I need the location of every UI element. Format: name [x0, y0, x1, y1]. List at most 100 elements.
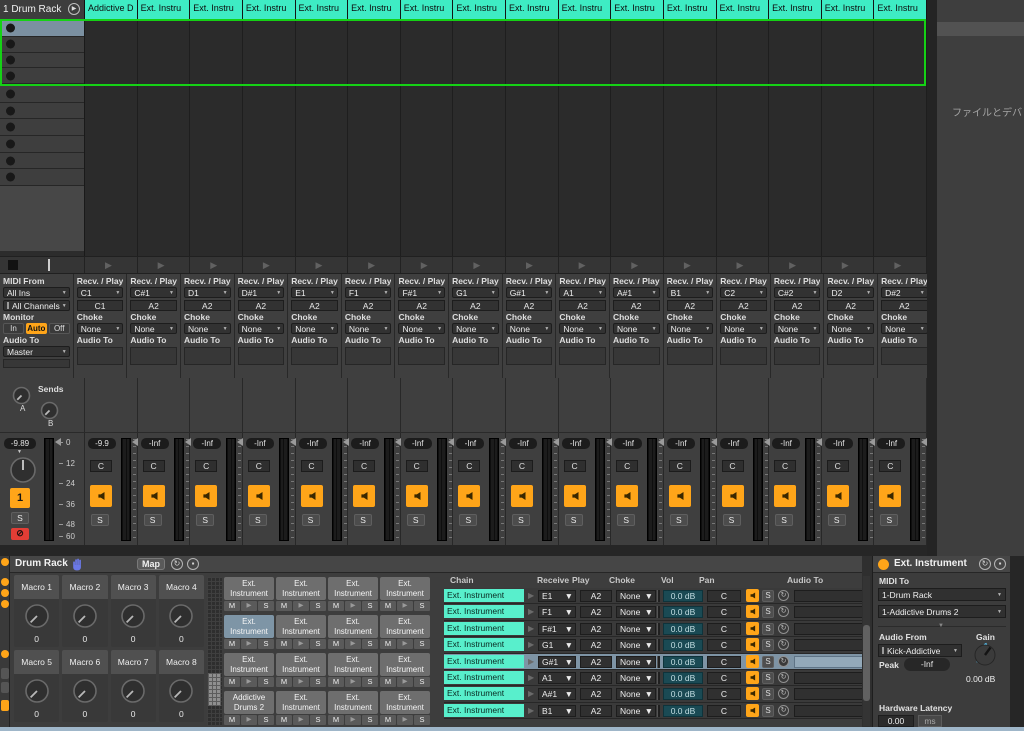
- clip-stop-cell[interactable]: ▶: [822, 257, 875, 273]
- chain-volume-value[interactable]: 0.0 dB: [663, 606, 703, 618]
- pad-play-button[interactable]: ▶: [345, 639, 361, 649]
- chain-play-icon[interactable]: ▶: [528, 688, 534, 700]
- pan-value[interactable]: C: [774, 460, 796, 472]
- macro-view-toggle-icon[interactable]: [1, 578, 9, 586]
- play-note-value[interactable]: A2: [774, 300, 821, 311]
- play-note-value[interactable]: A2: [559, 300, 606, 311]
- play-note-value[interactable]: A2: [452, 300, 499, 311]
- choke-dropdown[interactable]: None▼: [774, 323, 821, 334]
- track-activator-button[interactable]: [879, 485, 901, 507]
- play-note-value[interactable]: A2: [881, 300, 928, 311]
- choke-dropdown[interactable]: None▼: [345, 323, 392, 334]
- chain-choke-dropdown[interactable]: None▼: [616, 639, 656, 651]
- track-header[interactable]: Ext. Instru: [769, 0, 822, 19]
- chain-play-note[interactable]: A2: [580, 688, 612, 700]
- track-header-drum-rack[interactable]: 1 Drum Rack ▶: [0, 0, 85, 19]
- pad-view-toggle-icon[interactable]: [1, 589, 9, 597]
- chain-row[interactable]: Ext. Instrument▶F1▼A2None▼0.0 dBCS↻: [444, 604, 862, 620]
- pad-mute-button[interactable]: M: [380, 677, 396, 687]
- clip-slot[interactable]: [0, 68, 84, 84]
- pad-solo-button[interactable]: S: [258, 639, 274, 649]
- stop-icon[interactable]: [8, 260, 18, 270]
- pad-solo-button[interactable]: S: [310, 677, 326, 687]
- chain-volume-value[interactable]: 0.0 dB: [663, 623, 703, 635]
- chain-choke-dropdown[interactable]: None▼: [616, 688, 656, 700]
- chain-activator-button[interactable]: [746, 704, 759, 717]
- pad-overview[interactable]: [207, 577, 222, 726]
- pad-mute-button[interactable]: M: [224, 715, 240, 725]
- drum-pad[interactable]: Ext. Instrument: [380, 577, 430, 600]
- pad-mute-button[interactable]: M: [328, 715, 344, 725]
- pan-value[interactable]: C: [669, 460, 691, 472]
- chain-audio-to-box[interactable]: [794, 606, 862, 618]
- monitor-in-button[interactable]: In: [3, 323, 24, 334]
- clip-stop-cell[interactable]: ▶: [401, 257, 454, 273]
- chain-choke-dropdown[interactable]: None▼: [616, 672, 656, 684]
- pad-play-button[interactable]: ▶: [241, 677, 257, 687]
- chain-receive-dropdown[interactable]: A#1▼: [538, 688, 576, 700]
- pad-solo-button[interactable]: S: [258, 677, 274, 687]
- chain-row[interactable]: Ext. Instrument▶B1▼A2None▼0.0 dBCS↻: [444, 703, 862, 719]
- macro-knob[interactable]: [24, 678, 50, 709]
- hot-swap-icon[interactable]: ↻: [979, 558, 991, 570]
- hot-swap-icon[interactable]: ↻: [171, 558, 183, 570]
- chain-pan-value[interactable]: C: [707, 688, 741, 700]
- clip-grid-column[interactable]: [717, 19, 770, 256]
- pad-mute-button[interactable]: M: [276, 639, 292, 649]
- receive-note-dropdown[interactable]: D1▼: [184, 287, 231, 298]
- drum-pad[interactable]: Ext. Instrument: [380, 615, 430, 638]
- track-activator-button[interactable]: [406, 485, 428, 507]
- pad-mute-button[interactable]: M: [380, 601, 396, 611]
- chain-solo-button[interactable]: S: [762, 623, 774, 635]
- pad-mute-button[interactable]: M: [328, 601, 344, 611]
- track-header[interactable]: Addictive D: [85, 0, 138, 19]
- macro-knob[interactable]: [72, 603, 98, 634]
- io-view-toggle-icon[interactable]: [1, 650, 9, 658]
- gain-value[interactable]: 0.00 dB: [966, 674, 995, 684]
- chain-receive-dropdown[interactable]: G#1▼: [538, 656, 576, 668]
- pad-mute-button[interactable]: M: [328, 639, 344, 649]
- pad-mute-button[interactable]: M: [276, 601, 292, 611]
- chain-solo-button[interactable]: S: [762, 590, 774, 602]
- pad-play-button[interactable]: ▶: [293, 639, 309, 649]
- clip-stop-cell[interactable]: ▶: [611, 257, 664, 273]
- audio-to-box[interactable]: [77, 347, 124, 365]
- chain-pan-value[interactable]: C: [707, 606, 741, 618]
- pan-value[interactable]: C: [143, 460, 165, 472]
- pad-play-button[interactable]: ▶: [397, 715, 413, 725]
- clip-slot[interactable]: [0, 169, 84, 186]
- clip-stop-cell[interactable]: ▶: [559, 257, 612, 273]
- choke-dropdown[interactable]: None▼: [291, 323, 338, 334]
- chain-activator-button[interactable]: [746, 589, 759, 602]
- drum-pad[interactable]: Ext. Instrument: [328, 691, 378, 714]
- pad-solo-button[interactable]: S: [414, 677, 430, 687]
- chain-choke-dropdown[interactable]: None▼: [616, 623, 656, 635]
- chain-name[interactable]: Ext. Instrument: [444, 655, 524, 668]
- pan-value[interactable]: C: [90, 460, 112, 472]
- midi-to-device-dropdown[interactable]: 1-Addictive Drums 2 ▼: [878, 605, 1006, 618]
- hot-swap-icon[interactable]: ↻: [778, 623, 789, 634]
- pan-value[interactable]: C: [406, 460, 428, 472]
- chain-activator-button[interactable]: [746, 655, 759, 668]
- track-header[interactable]: Ext. Instru: [401, 0, 454, 19]
- clip-stop-cell[interactable]: ▶: [717, 257, 770, 273]
- hot-swap-icon[interactable]: ↻: [778, 590, 789, 601]
- choke-dropdown[interactable]: None▼: [720, 323, 767, 334]
- clip-grid-column[interactable]: [822, 19, 875, 256]
- browser-title[interactable]: ファイルとデバ: [952, 104, 1022, 119]
- track-header[interactable]: Ext. Instru: [822, 0, 875, 19]
- chain-audio-to-box[interactable]: [794, 672, 862, 684]
- chain-audio-to-box[interactable]: [794, 656, 862, 668]
- clip-grid-column[interactable]: [138, 19, 191, 256]
- clip-stop-cell[interactable]: ▶: [190, 257, 243, 273]
- chain-name[interactable]: Ext. Instrument: [444, 622, 524, 635]
- solo-button[interactable]: S: [880, 514, 898, 526]
- solo-button[interactable]: S: [11, 512, 29, 524]
- clip-stop-cell[interactable]: ▶: [453, 257, 506, 273]
- track-header[interactable]: Ext. Instru: [874, 0, 927, 19]
- audio-to-box[interactable]: [720, 347, 767, 365]
- chain-name[interactable]: Ext. Instrument: [444, 671, 524, 684]
- volume-value[interactable]: -Inf: [299, 438, 327, 449]
- play-note-value[interactable]: A2: [130, 300, 177, 311]
- chain-choke-dropdown[interactable]: None▼: [616, 606, 656, 618]
